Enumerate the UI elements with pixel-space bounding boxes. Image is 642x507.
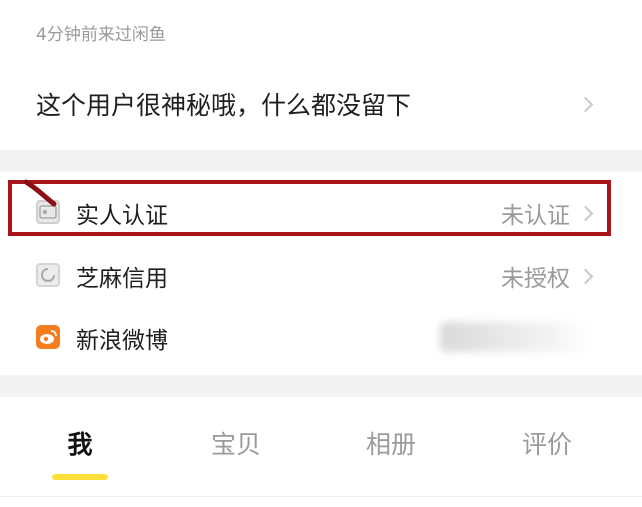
sesame-credit-icon — [36, 263, 60, 287]
highlight-annotation — [8, 179, 611, 236]
tab-album[interactable]: 相册 — [341, 425, 441, 461]
info-row-value: 未授权 — [501, 266, 570, 292]
section-divider — [0, 375, 642, 397]
tab-items[interactable]: 宝贝 — [186, 425, 286, 461]
bio-text: 这个用户很神秘哦，什么都没留下 — [36, 91, 412, 120]
weibo-icon — [36, 325, 60, 349]
tabs-divider — [0, 496, 642, 497]
profile-tabs: 我 宝贝 相册 评价 — [0, 397, 642, 507]
chevron-right-icon — [577, 96, 594, 113]
tab-reviews[interactable]: 评价 — [497, 425, 597, 461]
chevron-right-icon — [577, 268, 594, 285]
bio-row[interactable]: 这个用户很神秘哦，什么都没留下 — [0, 70, 642, 140]
info-row-label: 芝麻信用 — [76, 266, 168, 292]
last-seen-text: 4分钟前来过闲鱼 — [36, 25, 166, 45]
active-tab-indicator — [52, 474, 108, 480]
info-row-label: 新浪微博 — [76, 328, 168, 354]
info-row-sesame[interactable]: 芝麻信用 未授权 — [0, 245, 642, 305]
blurred-weibo-value — [440, 322, 590, 352]
section-divider — [0, 150, 642, 172]
tab-me[interactable]: 我 — [30, 425, 130, 461]
